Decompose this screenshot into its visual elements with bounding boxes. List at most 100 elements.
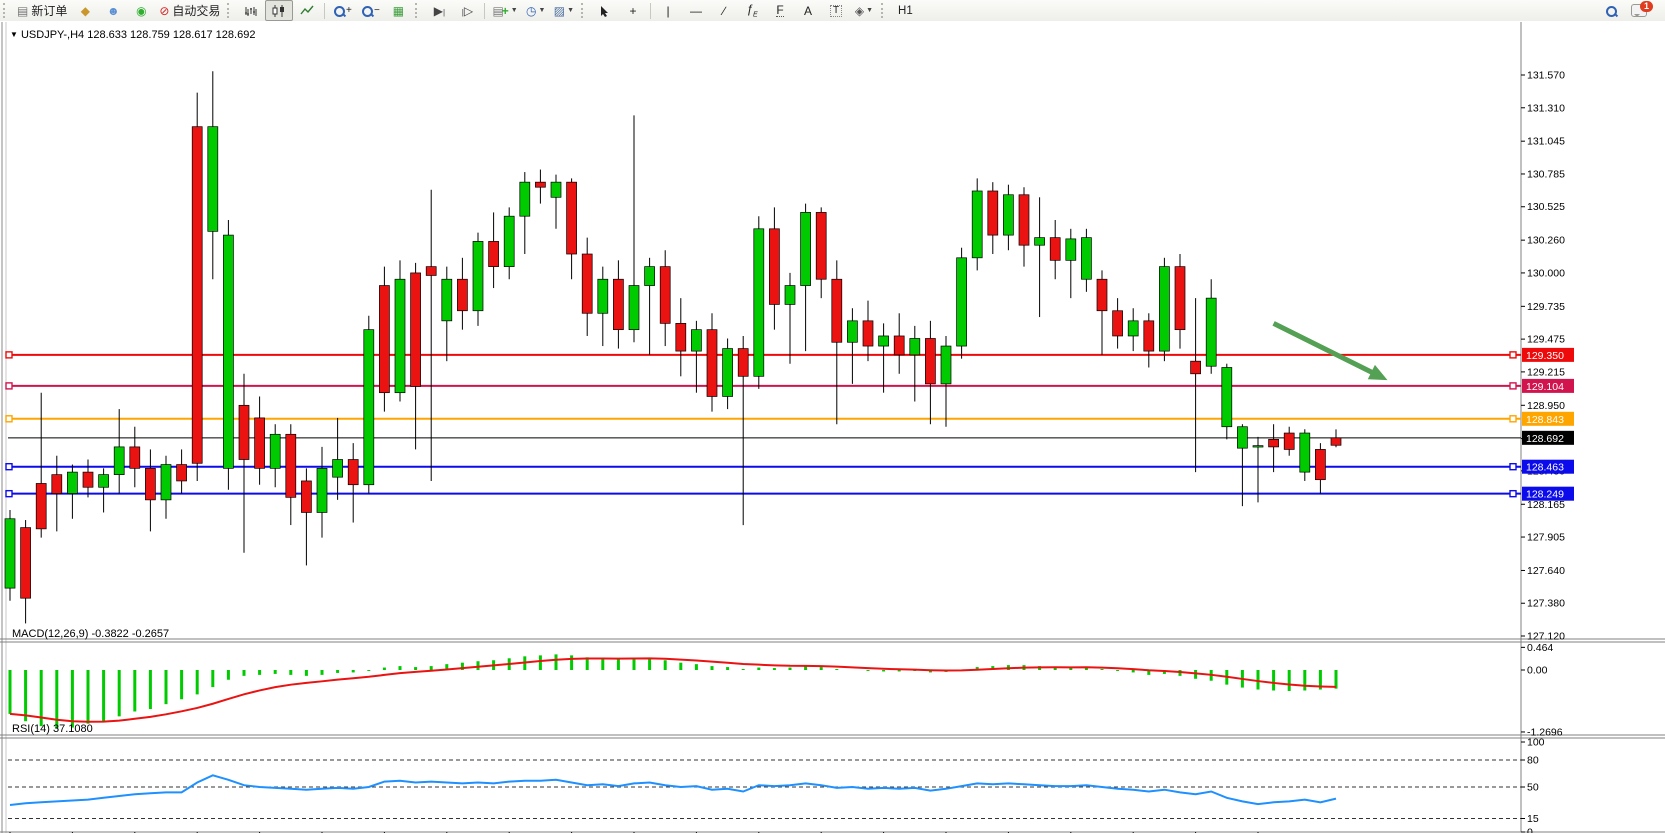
crosshair-button[interactable]: +	[619, 0, 647, 21]
svg-text:100: 100	[1527, 737, 1545, 749]
signals-button[interactable]: ◉	[127, 0, 155, 21]
notifications-button[interactable]: 1	[1625, 0, 1653, 21]
text-label-button[interactable]: T	[822, 0, 850, 21]
toolbar-grip[interactable]	[581, 3, 588, 18]
community-button[interactable]: ☻	[99, 0, 127, 21]
text-icon: A	[804, 5, 812, 17]
vertical-line-icon: |	[666, 5, 669, 17]
zoom-out-button[interactable]: −	[356, 0, 384, 21]
auto-scroll-icon: ▶|	[434, 5, 445, 17]
rsi-value: 37.1080	[53, 723, 93, 735]
macd-values: -0.3822 -0.2657	[91, 628, 169, 640]
toolbar: ▤ 新订单 ◆ ☻ ◉ ⊘ 自动交易 + − ▦ ▶| |▷ ▤+▼ ◷▼ ▨▼…	[0, 0, 1665, 22]
svg-text:129.735: 129.735	[1527, 301, 1565, 313]
profiles-button[interactable]: ◆	[71, 0, 99, 21]
dropdown-arrow-icon: ▼	[567, 7, 574, 14]
new-order-button[interactable]: ▤ 新订单	[13, 0, 71, 21]
indicators-button[interactable]: ▤+▼	[488, 0, 521, 21]
fibonacci-icon: F	[776, 4, 783, 17]
svg-text:129.215: 129.215	[1527, 366, 1565, 378]
arrows-button[interactable]: ◈▼	[850, 0, 878, 21]
trendline-button[interactable]: ∕	[710, 0, 738, 21]
svg-text:127.120: 127.120	[1527, 631, 1565, 643]
text-label-icon: T	[830, 5, 842, 17]
svg-text:129.350: 129.350	[1526, 350, 1564, 362]
fibonacci-button[interactable]: F	[766, 0, 794, 21]
toolbar-grip[interactable]	[3, 3, 10, 18]
svg-text:130.785: 130.785	[1527, 168, 1565, 180]
svg-text:130.525: 130.525	[1527, 201, 1565, 213]
signal-icon: ◉	[136, 5, 146, 17]
svg-text:128.692: 128.692	[1526, 433, 1564, 445]
chat-bubble-icon: 1	[1631, 4, 1647, 17]
svg-text:131.045: 131.045	[1527, 136, 1565, 148]
horizontal-line-icon: —	[690, 5, 702, 17]
cursor-button[interactable]	[591, 0, 619, 21]
search-button[interactable]	[1597, 0, 1625, 21]
toolbar-grip[interactable]	[227, 3, 234, 18]
notification-badge: 1	[1640, 1, 1653, 12]
chart-title: ▼ USDJPY-,H4 128.633 128.759 128.617 128…	[10, 29, 255, 41]
candlestick-icon	[272, 5, 286, 17]
text-button[interactable]: A	[794, 0, 822, 21]
rsi-indicator-label: RSI(14) 37.1080	[12, 723, 93, 735]
timeframe-button-H1[interactable]: H1	[891, 0, 927, 21]
svg-text:0.00: 0.00	[1527, 665, 1548, 677]
dropdown-arrow-icon: ▼	[539, 7, 546, 14]
svg-text:131.310: 131.310	[1527, 102, 1565, 114]
tile-windows-button[interactable]: ▦	[384, 0, 412, 21]
autotrade-label: 自动交易	[172, 2, 220, 19]
chart-shift-icon: |▷	[462, 5, 473, 17]
svg-text:128.843: 128.843	[1526, 414, 1564, 426]
equidistant-channel-button[interactable]: ƒE	[738, 0, 766, 21]
symbol-period-label: USDJPY-,H4	[21, 29, 84, 41]
svg-text:131.570: 131.570	[1527, 70, 1565, 82]
vertical-line-button[interactable]: |	[654, 0, 682, 21]
tile-windows-icon: ▦	[393, 5, 404, 17]
svg-text:127.905: 127.905	[1527, 532, 1565, 544]
svg-text:129.104: 129.104	[1526, 381, 1564, 393]
toolbar-grip[interactable]	[415, 3, 422, 18]
svg-text:127.380: 127.380	[1527, 598, 1565, 610]
autotrade-button[interactable]: ⊘ 自动交易	[155, 0, 224, 21]
bar-chart-icon	[244, 5, 258, 17]
zoom-in-button[interactable]: +	[328, 0, 356, 21]
svg-text:128.950: 128.950	[1527, 400, 1565, 412]
periods-button[interactable]: ◷▼	[522, 0, 550, 21]
zoom-in-icon	[333, 5, 345, 17]
chart-area: 131.570 131.310 131.045 130.785 130.525 130.2…	[0, 21, 1665, 833]
clock-icon: ◷	[526, 5, 536, 17]
chart-canvas[interactable]: 131.570 131.310 131.045 130.785 130.525 130.2…	[0, 22, 1665, 833]
autotrade-icon: ⊘	[159, 5, 169, 17]
line-chart-icon	[300, 5, 314, 17]
svg-text:130.000: 130.000	[1527, 267, 1565, 279]
crosshair-icon: +	[630, 5, 637, 17]
person-icon: ☻	[107, 5, 120, 17]
svg-text:128.463: 128.463	[1526, 462, 1564, 474]
candle-chart-mode-button[interactable]	[265, 0, 293, 21]
profile-diamond-icon: ◆	[81, 5, 90, 17]
toolbar-grip[interactable]	[881, 3, 888, 18]
collapse-triangle-icon[interactable]: ▼	[10, 30, 18, 39]
cursor-icon	[598, 5, 612, 17]
svg-text:50: 50	[1527, 782, 1539, 794]
auto-scroll-button[interactable]: ▶|	[425, 0, 453, 21]
svg-text:127.640: 127.640	[1527, 565, 1565, 577]
macd-indicator-label: MACD(12,26,9) -0.3822 -0.2657	[12, 628, 169, 640]
horizontal-line-button[interactable]: —	[682, 0, 710, 21]
dropdown-arrow-icon: ▼	[866, 7, 873, 14]
shapes-icon: ◈	[855, 5, 864, 17]
svg-text:0: 0	[1527, 827, 1533, 833]
trendline-icon: ∕	[723, 5, 725, 17]
templates-button[interactable]: ▨▼	[550, 0, 578, 21]
bar-chart-mode-button[interactable]	[237, 0, 265, 21]
svg-text:130.260: 130.260	[1527, 235, 1565, 247]
template-icon: ▨	[554, 5, 565, 17]
channel-icon: ƒE	[746, 3, 757, 18]
chart-shift-button[interactable]: |▷	[453, 0, 481, 21]
new-order-icon: ▤	[17, 5, 28, 17]
svg-text:80: 80	[1527, 755, 1539, 767]
new-order-label: 新订单	[31, 2, 67, 19]
zoom-out-icon	[361, 5, 373, 17]
line-chart-mode-button[interactable]	[293, 0, 321, 21]
